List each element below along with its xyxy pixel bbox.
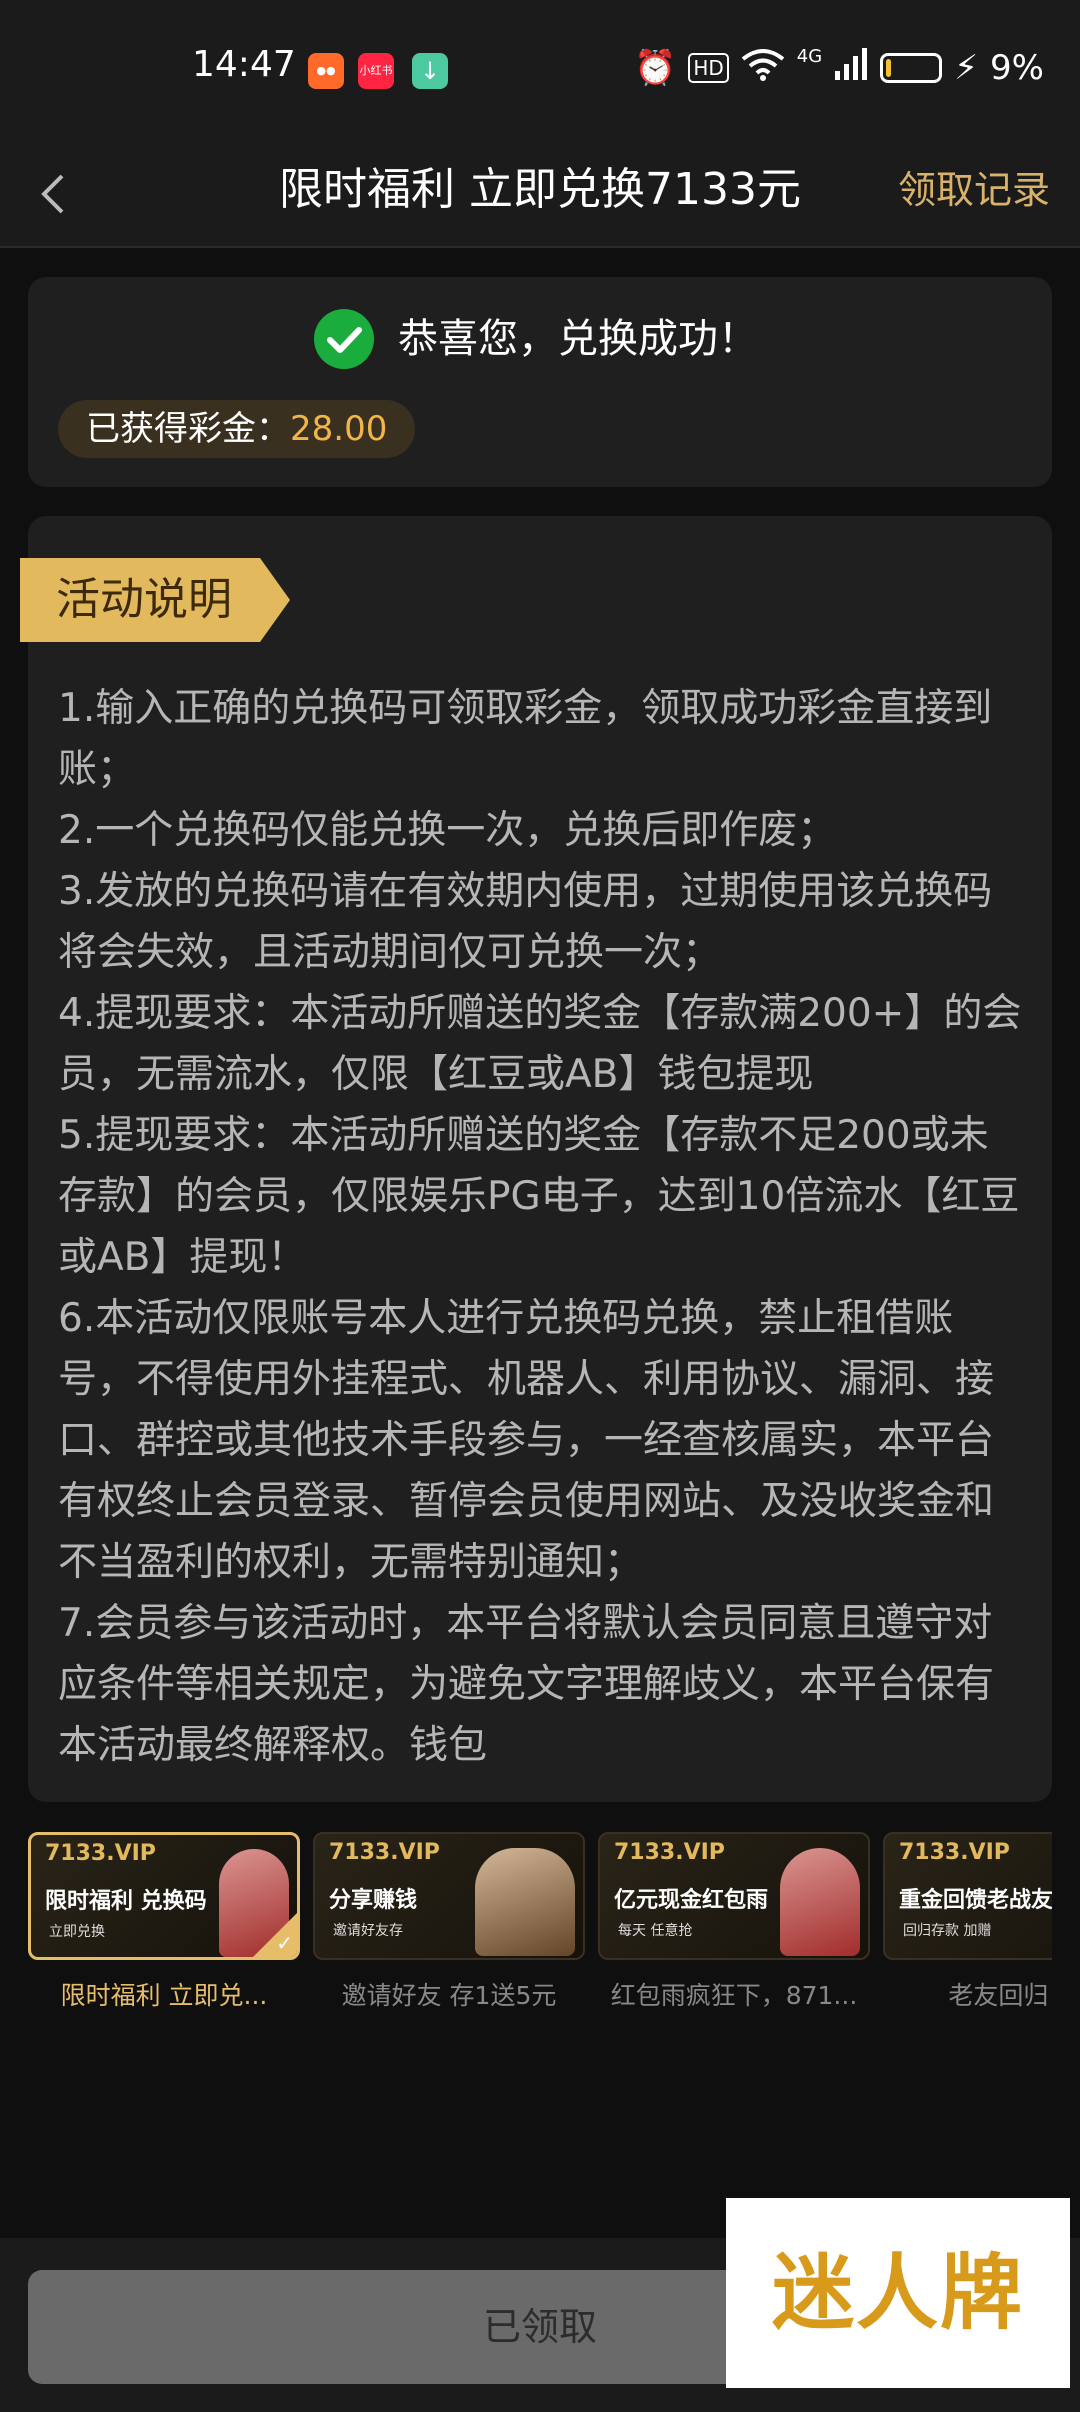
network-type-label: 4G bbox=[796, 46, 823, 67]
promo-sub: 每天 任意抢 bbox=[618, 1923, 693, 1939]
promo-caption: 红包雨疯狂下，871... bbox=[610, 1981, 858, 2010]
promo-thumbnail[interactable]: 7133.VIP 分享赚钱 邀请好友存 bbox=[313, 1832, 585, 1960]
rules-list: 1.输入正确的兑换码可领取彩金，领取成功彩金直接到账； 2.一个兑换码仅能兑换一… bbox=[58, 678, 1026, 1776]
promo-slide[interactable]: 7133.VIP 限时福利 兑换码 立即兑换 ✓ 限时福利 立即兑... bbox=[28, 1832, 300, 2012]
promo-slide[interactable]: 7133.VIP 重金回馈老战友 回归存款 加赠 老友回归 第: bbox=[883, 1832, 1052, 2012]
rules-card: 活动说明 1.输入正确的兑换码可领取彩金，领取成功彩金直接到账； 2.一个兑换码… bbox=[20, 516, 1052, 1802]
rule-item: 1.输入正确的兑换码可领取彩金，领取成功彩金直接到账； bbox=[58, 686, 993, 792]
checkmark-icon: ✓ bbox=[276, 1931, 293, 1955]
alarm-icon: ⏰ bbox=[633, 48, 677, 88]
success-card: 恭喜您，兑换成功！ 已获得彩金：28.00 bbox=[28, 277, 1052, 487]
kuaishou-icon: ●● bbox=[308, 53, 344, 89]
promo-logo: 7133.VIP bbox=[614, 1840, 725, 1865]
prize-value: 28.00 bbox=[290, 409, 388, 449]
prize-pill: 已获得彩金：28.00 bbox=[58, 400, 416, 458]
signal-icon bbox=[834, 47, 868, 90]
promo-logo: 7133.VIP bbox=[329, 1840, 440, 1865]
promo-sub: 立即兑换 bbox=[49, 1924, 105, 1940]
status-indicators: ⏰ HD 4G ⚡ 9% bbox=[634, 44, 1044, 92]
success-message: 恭喜您，兑换成功！ bbox=[398, 316, 758, 362]
promo-caption: 老友回归 第: bbox=[948, 1981, 1052, 2010]
battery-percent: 9% bbox=[990, 48, 1044, 88]
check-circle-icon bbox=[314, 309, 374, 369]
header: 限时福利 立即兑换7133元 领取记录 bbox=[0, 140, 1080, 248]
model-image bbox=[780, 1848, 860, 1956]
rules-badge-label: 活动说明 bbox=[56, 574, 232, 625]
battery-icon bbox=[880, 53, 943, 83]
hd-icon: HD bbox=[688, 53, 729, 83]
promo-sub: 回归存款 加赠 bbox=[903, 1923, 992, 1939]
xiaohongshu-icon: 小红书 bbox=[358, 53, 394, 89]
promo-logo: 7133.VIP bbox=[45, 1841, 156, 1866]
watermark-logo: 迷人牌 bbox=[726, 2198, 1070, 2388]
promo-sub: 邀请好友存 bbox=[333, 1923, 403, 1939]
watermark-text: 迷人牌 bbox=[771, 2245, 1024, 2341]
promo-logo: 7133.VIP bbox=[899, 1840, 1010, 1865]
download-icon: ↓ bbox=[412, 53, 448, 89]
status-bar: 14:47 ●● 小红书 ↓ ⏰ HD 4G ⚡ 9% bbox=[0, 0, 1080, 140]
rule-item: 7.会员参与该活动时，本平台将默认会员同意且遵守对应条件等相关规定，为避免文字理… bbox=[58, 1601, 995, 1768]
rule-item: 5.提现要求：本活动所赠送的奖金【存款不足200或未存款】的会员，仅限娱乐PG电… bbox=[58, 1113, 1020, 1280]
records-link[interactable]: 领取记录 bbox=[898, 140, 1050, 240]
promo-thumbnail[interactable]: 7133.VIP 限时福利 兑换码 立即兑换 ✓ bbox=[28, 1832, 300, 1960]
promo-slide[interactable]: 7133.VIP 亿元现金红包雨 每天 任意抢 红包雨疯狂下，871... bbox=[598, 1832, 870, 2012]
promo-headline: 亿元现金红包雨 bbox=[614, 1888, 769, 1913]
promo-caption: 邀请好友 存1送5元 bbox=[341, 1981, 557, 2010]
promo-thumbnail[interactable]: 7133.VIP 重金回馈老战友 回归存款 加赠 bbox=[883, 1832, 1052, 1960]
prize-label: 已获得彩金： bbox=[86, 409, 290, 449]
model-image bbox=[475, 1848, 575, 1956]
promo-slide[interactable]: 7133.VIP 分享赚钱 邀请好友存 邀请好友 存1送5元 bbox=[313, 1832, 585, 2012]
promo-thumbnail[interactable]: 7133.VIP 亿元现金红包雨 每天 任意抢 bbox=[598, 1832, 870, 1960]
wifi-icon bbox=[741, 47, 785, 90]
status-time: 14:47 bbox=[192, 44, 296, 85]
promo-headline: 重金回馈老战友 bbox=[899, 1888, 1052, 1913]
rule-item: 2.一个兑换码仅能兑换一次，兑换后即作废； bbox=[58, 808, 837, 853]
promo-caption: 限时福利 立即兑... bbox=[60, 1981, 268, 2010]
rule-item: 3.发放的兑换码请在有效期内使用，过期使用该兑换码将会失效，且活动期间仅可兑换一… bbox=[58, 869, 993, 975]
charging-icon: ⚡ bbox=[954, 48, 979, 88]
promo-headline: 限时福利 兑换码 bbox=[45, 1889, 207, 1914]
promo-carousel[interactable]: 7133.VIP 限时福利 兑换码 立即兑换 ✓ 限时福利 立即兑... 713… bbox=[28, 1832, 1052, 2022]
rule-item: 4.提现要求：本活动所赠送的奖金【存款满200+】的会员，无需流水，仅限【红豆或… bbox=[58, 991, 1022, 1097]
promo-headline: 分享赚钱 bbox=[329, 1888, 418, 1913]
rule-item: 6.本活动仅限账号本人进行兑换码兑换，禁止租借账号，不得使用外挂程式、机器人、利… bbox=[58, 1296, 995, 1585]
